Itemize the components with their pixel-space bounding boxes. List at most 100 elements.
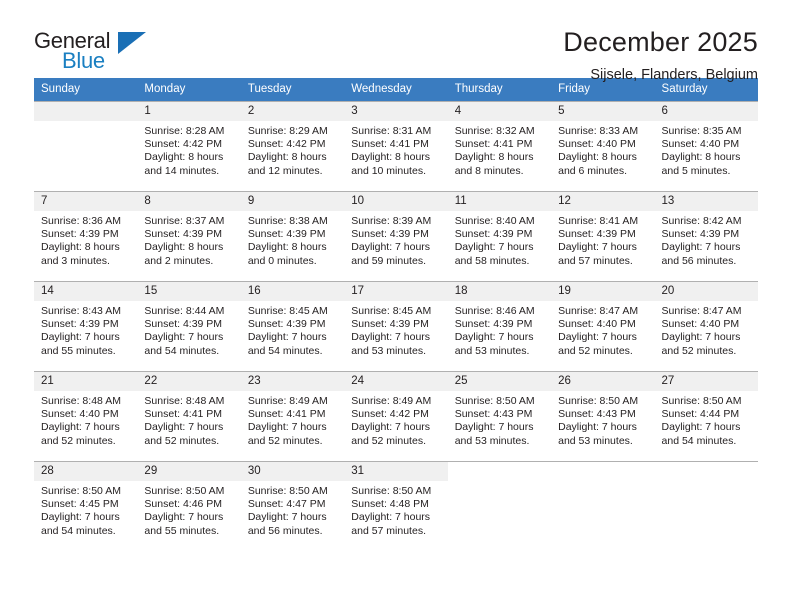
sunrise-time: Sunrise: 8:48 AM bbox=[41, 395, 121, 407]
daylight-duration-line2: and 53 minutes. bbox=[454, 434, 530, 447]
calendar-day-cell[interactable] bbox=[551, 461, 655, 551]
calendar-day-cell[interactable]: 29 Sunrise: 8:50 AM Sunset: 4:46 PM Dayligh… bbox=[137, 461, 241, 551]
page-header: General Blue December 2025 Sijsele, Flan… bbox=[34, 0, 758, 82]
daylight-duration-line2: and 12 minutes. bbox=[247, 164, 323, 177]
calendar-day-cell[interactable]: 2 Sunrise: 8:29 AM Sunset: 4:42 PM Daylight… bbox=[240, 101, 345, 192]
day-number: 3 bbox=[344, 102, 448, 121]
day-sun-info: Sunrise: 8:44 AM Sunset: 4:39 PM Daylight:… bbox=[137, 301, 240, 358]
calendar-day-cell[interactable]: 24 Sunrise: 8:49 AM Sunset: 4:42 PM Dayligh… bbox=[344, 371, 448, 462]
calendar-day-cell[interactable]: 16 Sunrise: 8:45 AM Sunset: 4:39 PM Dayligh… bbox=[240, 281, 345, 372]
day-sun-info: Sunrise: 8:39 AM Sunset: 4:39 PM Daylight:… bbox=[344, 211, 447, 268]
calendar-day-cell[interactable] bbox=[34, 101, 138, 192]
daylight-duration-line1: Daylight: 7 hours bbox=[351, 241, 431, 254]
calendar-day-cell[interactable]: 3 Sunrise: 8:31 AM Sunset: 4:41 PM Daylight… bbox=[344, 101, 448, 192]
calendar-day-cell[interactable]: 15 Sunrise: 8:44 AM Sunset: 4:39 PM Dayligh… bbox=[137, 281, 241, 372]
daylight-duration-line2: and 8 minutes. bbox=[454, 164, 524, 177]
sunrise-time: Sunrise: 8:28 AM bbox=[144, 125, 225, 137]
sunset-time: Sunset: 4:39 PM bbox=[247, 318, 326, 331]
calendar-day-cell[interactable]: 17 Sunrise: 8:45 AM Sunset: 4:39 PM Dayligh… bbox=[344, 281, 448, 372]
day-sun-info: Sunrise: 8:32 AM Sunset: 4:41 PM Daylight:… bbox=[448, 121, 551, 178]
calendar-day-cell[interactable]: 30 Sunrise: 8:50 AM Sunset: 4:47 PM Dayligh… bbox=[240, 461, 345, 551]
sunrise-time: Sunrise: 8:37 AM bbox=[144, 215, 225, 227]
calendar-day-cell[interactable]: 18 Sunrise: 8:46 AM Sunset: 4:39 PM Dayligh… bbox=[447, 281, 552, 372]
calendar-day-cell[interactable]: 28 Sunrise: 8:50 AM Sunset: 4:45 PM Dayligh… bbox=[34, 461, 138, 551]
daylight-duration-line1: Daylight: 7 hours bbox=[247, 331, 327, 344]
sunset-time: Sunset: 4:43 PM bbox=[558, 408, 636, 421]
calendar-day-cell[interactable]: 9 Sunrise: 8:38 AM Sunset: 4:39 PM Daylight… bbox=[240, 191, 345, 282]
sunset-time: Sunset: 4:42 PM bbox=[247, 138, 326, 151]
sunset-time: Sunset: 4:39 PM bbox=[351, 228, 429, 241]
sunrise-time: Sunrise: 8:47 AM bbox=[558, 305, 639, 317]
daylight-duration-line1: Daylight: 7 hours bbox=[41, 421, 120, 434]
day-cell-content: 31 Sunrise: 8:50 AM Sunset: 4:48 PM Dayligh… bbox=[344, 462, 448, 551]
daylight-duration-line2: and 3 minutes. bbox=[41, 254, 110, 267]
day-number: 18 bbox=[447, 282, 552, 301]
calendar-day-cell[interactable]: 5 Sunrise: 8:33 AM Sunset: 4:40 PM Daylight… bbox=[551, 101, 655, 192]
day-number: 14 bbox=[34, 282, 138, 301]
daylight-duration-line1: Daylight: 8 hours bbox=[41, 241, 120, 254]
day-cell-content: 1 Sunrise: 8:28 AM Sunset: 4:42 PM Daylight… bbox=[137, 102, 241, 191]
sunrise-time: Sunrise: 8:46 AM bbox=[454, 305, 535, 317]
day-cell-content: 14 Sunrise: 8:43 AM Sunset: 4:39 PM Dayligh… bbox=[34, 282, 138, 371]
weekday-header-monday: Monday bbox=[137, 78, 241, 102]
daylight-duration-line1: Daylight: 7 hours bbox=[351, 511, 431, 524]
calendar-day-cell[interactable]: 4 Sunrise: 8:32 AM Sunset: 4:41 PM Daylight… bbox=[447, 101, 552, 192]
calendar-day-cell[interactable]: 8 Sunrise: 8:37 AM Sunset: 4:39 PM Daylight… bbox=[137, 191, 241, 282]
sunrise-time: Sunrise: 8:42 AM bbox=[661, 215, 742, 227]
sunset-time: Sunset: 4:43 PM bbox=[454, 408, 533, 421]
sunset-time: Sunset: 4:39 PM bbox=[661, 228, 740, 241]
calendar-day-cell[interactable]: 21 Sunrise: 8:48 AM Sunset: 4:40 PM Dayligh… bbox=[34, 371, 138, 462]
day-number: 22 bbox=[137, 372, 241, 391]
calendar-day-cell[interactable] bbox=[654, 461, 758, 551]
calendar-day-cell[interactable]: 1 Sunrise: 8:28 AM Sunset: 4:42 PM Daylight… bbox=[137, 101, 241, 192]
calendar-day-cell[interactable]: 7 Sunrise: 8:36 AM Sunset: 4:39 PM Daylight… bbox=[34, 191, 138, 282]
day-number: 16 bbox=[240, 282, 345, 301]
day-number: 4 bbox=[447, 102, 552, 121]
day-cell-content: 11 Sunrise: 8:40 AM Sunset: 4:39 PM Dayligh… bbox=[447, 192, 552, 281]
daylight-duration-line2: and 53 minutes. bbox=[454, 344, 530, 357]
calendar-day-cell[interactable]: 27 Sunrise: 8:50 AM Sunset: 4:44 PM Dayligh… bbox=[654, 371, 758, 462]
day-cell-content: 21 Sunrise: 8:48 AM Sunset: 4:40 PM Dayligh… bbox=[34, 372, 138, 461]
calendar-day-cell[interactable]: 14 Sunrise: 8:43 AM Sunset: 4:39 PM Dayligh… bbox=[34, 281, 138, 372]
daylight-duration-line2: and 56 minutes. bbox=[661, 254, 737, 267]
day-cell-content: 8 Sunrise: 8:37 AM Sunset: 4:39 PM Daylight… bbox=[137, 192, 241, 281]
daylight-duration-line2: and 57 minutes. bbox=[558, 254, 633, 267]
daylight-duration-line2: and 54 minutes. bbox=[144, 344, 220, 357]
daylight-duration-line1: Daylight: 8 hours bbox=[661, 151, 741, 164]
day-number: 5 bbox=[551, 102, 655, 121]
daylight-duration-line1: Daylight: 8 hours bbox=[351, 151, 431, 164]
sunset-time: Sunset: 4:39 PM bbox=[351, 318, 429, 331]
day-cell-content bbox=[654, 462, 758, 551]
calendar-day-cell[interactable]: 10 Sunrise: 8:39 AM Sunset: 4:39 PM Dayligh… bbox=[344, 191, 448, 282]
day-number bbox=[654, 462, 758, 481]
daylight-duration-line2: and 55 minutes. bbox=[144, 524, 220, 537]
daylight-duration-line2: and 52 minutes. bbox=[247, 434, 323, 447]
day-sun-info: Sunrise: 8:37 AM Sunset: 4:39 PM Daylight:… bbox=[137, 211, 240, 268]
daylight-duration-line1: Daylight: 8 hours bbox=[558, 151, 637, 164]
weekday-header-tuesday: Tuesday bbox=[240, 78, 345, 102]
calendar-day-cell[interactable]: 19 Sunrise: 8:47 AM Sunset: 4:40 PM Dayligh… bbox=[551, 281, 655, 372]
daylight-duration-line2: and 6 minutes. bbox=[558, 164, 627, 177]
calendar-day-cell[interactable]: 23 Sunrise: 8:49 AM Sunset: 4:41 PM Dayligh… bbox=[240, 371, 345, 462]
generalblue-logo[interactable]: General Blue bbox=[34, 28, 146, 74]
day-number: 11 bbox=[447, 192, 552, 211]
calendar-day-cell[interactable]: 31 Sunrise: 8:50 AM Sunset: 4:48 PM Dayligh… bbox=[344, 461, 448, 551]
sunrise-time: Sunrise: 8:50 AM bbox=[351, 485, 432, 497]
day-cell-content: 16 Sunrise: 8:45 AM Sunset: 4:39 PM Dayligh… bbox=[240, 282, 345, 371]
day-number: 28 bbox=[34, 462, 138, 481]
calendar-day-cell[interactable]: 25 Sunrise: 8:50 AM Sunset: 4:43 PM Dayligh… bbox=[447, 371, 552, 462]
sunset-time: Sunset: 4:40 PM bbox=[558, 318, 636, 331]
calendar-day-cell[interactable]: 22 Sunrise: 8:48 AM Sunset: 4:41 PM Dayligh… bbox=[137, 371, 241, 462]
calendar-day-cell[interactable]: 20 Sunrise: 8:47 AM Sunset: 4:40 PM Dayligh… bbox=[654, 281, 758, 372]
calendar-day-cell[interactable]: 12 Sunrise: 8:41 AM Sunset: 4:39 PM Dayligh… bbox=[551, 191, 655, 282]
daylight-duration-line1: Daylight: 7 hours bbox=[454, 421, 534, 434]
sunset-time: Sunset: 4:39 PM bbox=[454, 228, 533, 241]
calendar-day-cell[interactable]: 13 Sunrise: 8:42 AM Sunset: 4:39 PM Dayligh… bbox=[654, 191, 758, 282]
calendar-day-cell[interactable]: 11 Sunrise: 8:40 AM Sunset: 4:39 PM Dayligh… bbox=[447, 191, 552, 282]
day-number bbox=[447, 462, 552, 481]
calendar-day-cell[interactable]: 26 Sunrise: 8:50 AM Sunset: 4:43 PM Dayligh… bbox=[551, 371, 655, 462]
calendar-day-cell[interactable]: 6 Sunrise: 8:35 AM Sunset: 4:40 PM Daylight… bbox=[654, 101, 758, 192]
calendar-day-cell[interactable] bbox=[447, 461, 552, 551]
sunrise-time: Sunrise: 8:45 AM bbox=[247, 305, 328, 317]
day-cell-content: 12 Sunrise: 8:41 AM Sunset: 4:39 PM Dayligh… bbox=[551, 192, 655, 281]
